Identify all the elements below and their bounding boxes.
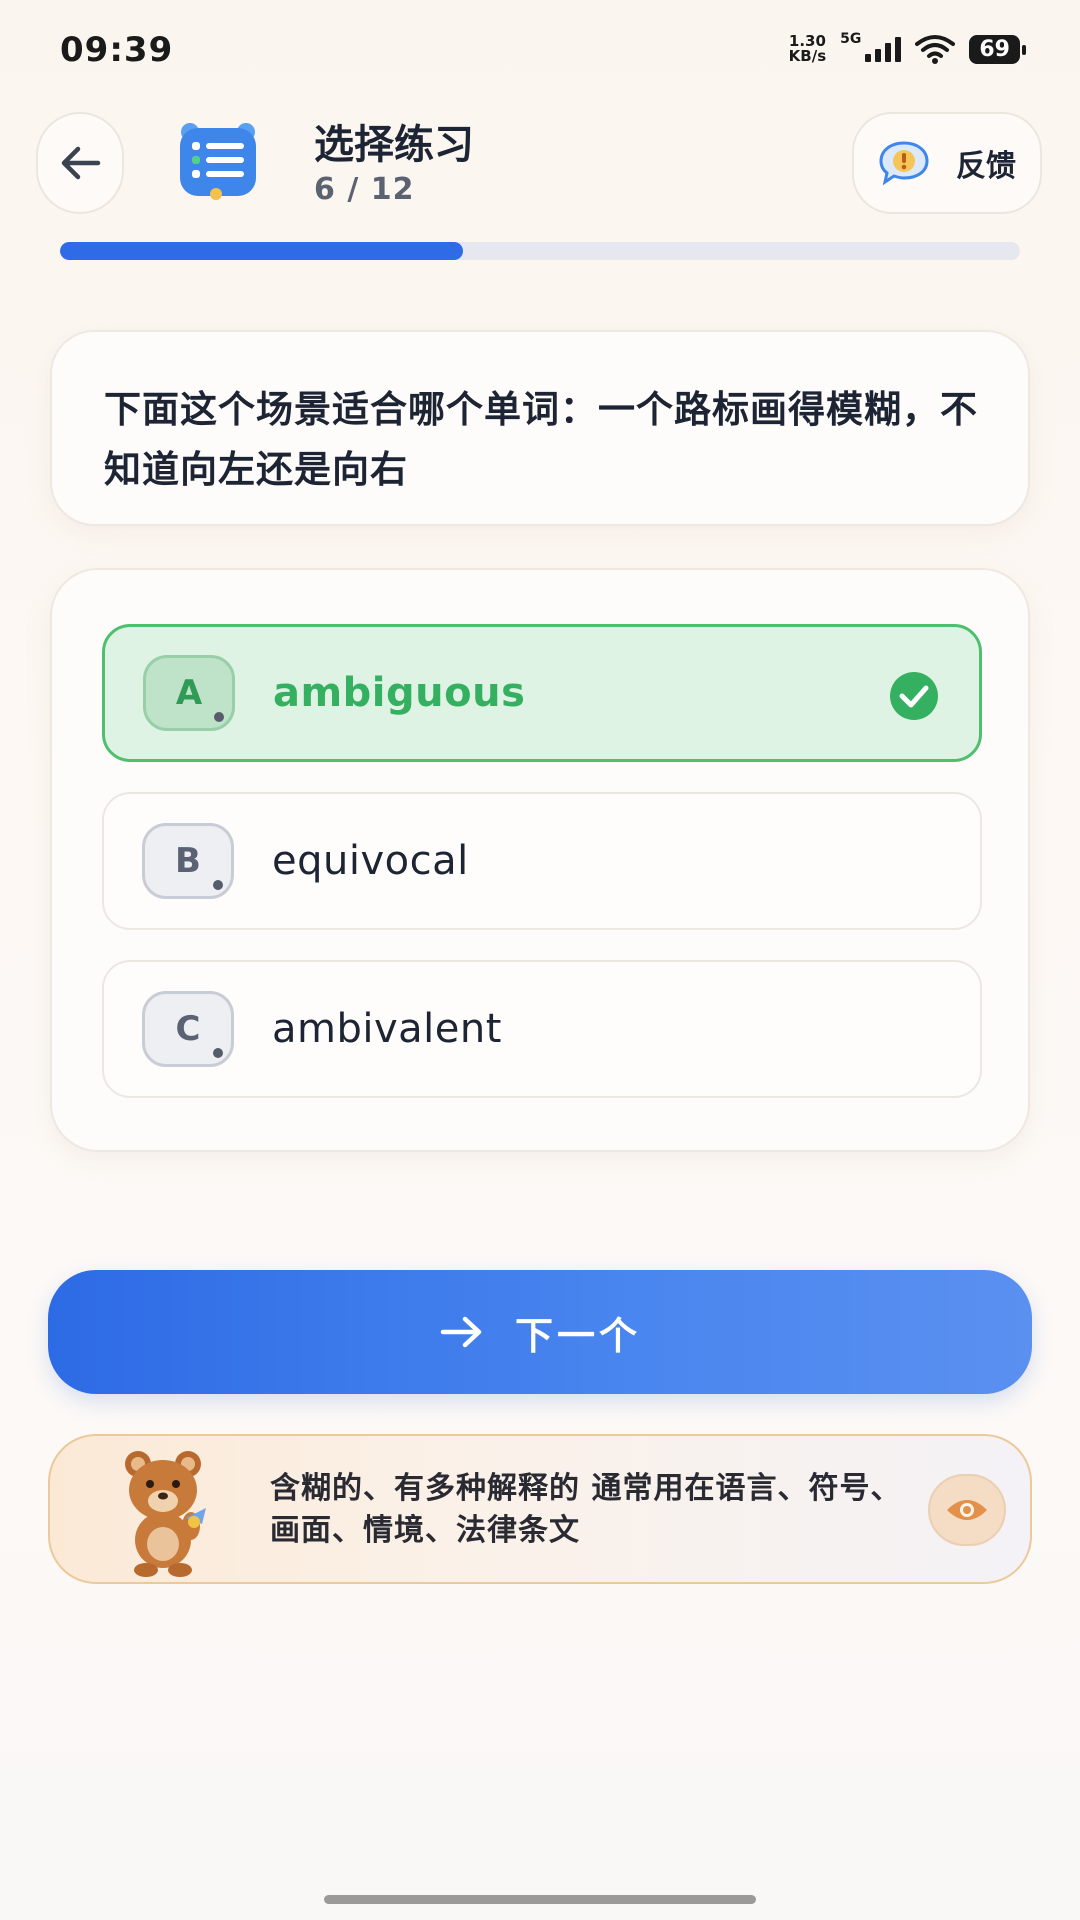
battery-level: 69: [979, 36, 1010, 62]
progress-bar: [60, 242, 1020, 260]
back-button[interactable]: [36, 112, 124, 214]
reveal-hint-button[interactable]: [928, 1474, 1006, 1546]
option-letter-badge: B: [142, 823, 234, 899]
signal-icon: [865, 36, 902, 62]
option-dot: [213, 880, 223, 890]
option-text: ambiguous: [273, 670, 526, 716]
option-letter: B: [175, 841, 201, 881]
status-icons: 1.30 KB/s 5G 69: [789, 31, 1026, 64]
net-speed: 1.30 KB/s: [789, 34, 826, 64]
check-circle-icon: [890, 672, 938, 720]
net-speed-unit: KB/s: [788, 47, 827, 65]
option-dot: [214, 712, 224, 722]
option-dot: [213, 1048, 223, 1058]
home-indicator[interactable]: [324, 1895, 756, 1904]
option-letter-badge: C: [142, 991, 234, 1067]
option-letter: A: [175, 673, 203, 713]
feedback-label: 反馈: [956, 149, 1016, 184]
question-card: 下面这个场景适合哪个单词：一个路标画得模糊，不知道向左还是向右: [50, 330, 1030, 526]
status-bar: 09:39 1.30 KB/s 5G 69: [0, 0, 1080, 100]
option-c[interactable]: C ambivalent: [102, 960, 982, 1098]
feedback-icon: [879, 141, 929, 186]
question-counter: 6 / 12: [314, 172, 415, 207]
next-button[interactable]: 下一个: [48, 1270, 1032, 1394]
network-type: 5G: [840, 31, 862, 47]
feedback-button[interactable]: 反馈: [852, 112, 1042, 214]
arrow-right-icon: [440, 1316, 482, 1348]
question-text: 下面这个场景适合哪个单词：一个路标画得模糊，不知道向左还是向右: [104, 388, 978, 491]
status-time: 09:39: [60, 30, 174, 70]
options-card: A ambiguous B equivocal C ambivalent: [50, 568, 1030, 1152]
progress-fill: [60, 242, 464, 260]
next-button-label: 下一个: [514, 1313, 641, 1358]
hint-text: 含糊的、有多种解释的 通常用在语言、符号、画面、情境、法律条文: [270, 1471, 902, 1548]
option-letter-badge: A: [143, 655, 235, 731]
option-text: equivocal: [272, 838, 469, 884]
eye-icon: [947, 1500, 987, 1520]
option-a[interactable]: A ambiguous: [102, 624, 982, 762]
option-text: ambivalent: [272, 1006, 502, 1052]
page-title: 选择练习: [314, 122, 474, 168]
option-b[interactable]: B equivocal: [102, 792, 982, 930]
bear-mascot: [125, 1451, 206, 1577]
hint-card: 含糊的、有多种解释的 通常用在语言、符号、画面、情境、法律条文: [48, 1434, 1032, 1584]
quiz-list-icon: [180, 123, 256, 200]
battery-icon: 69: [969, 34, 1026, 64]
option-letter: C: [175, 1009, 201, 1049]
wifi-icon: [915, 34, 956, 64]
back-arrow-icon: [61, 146, 101, 180]
